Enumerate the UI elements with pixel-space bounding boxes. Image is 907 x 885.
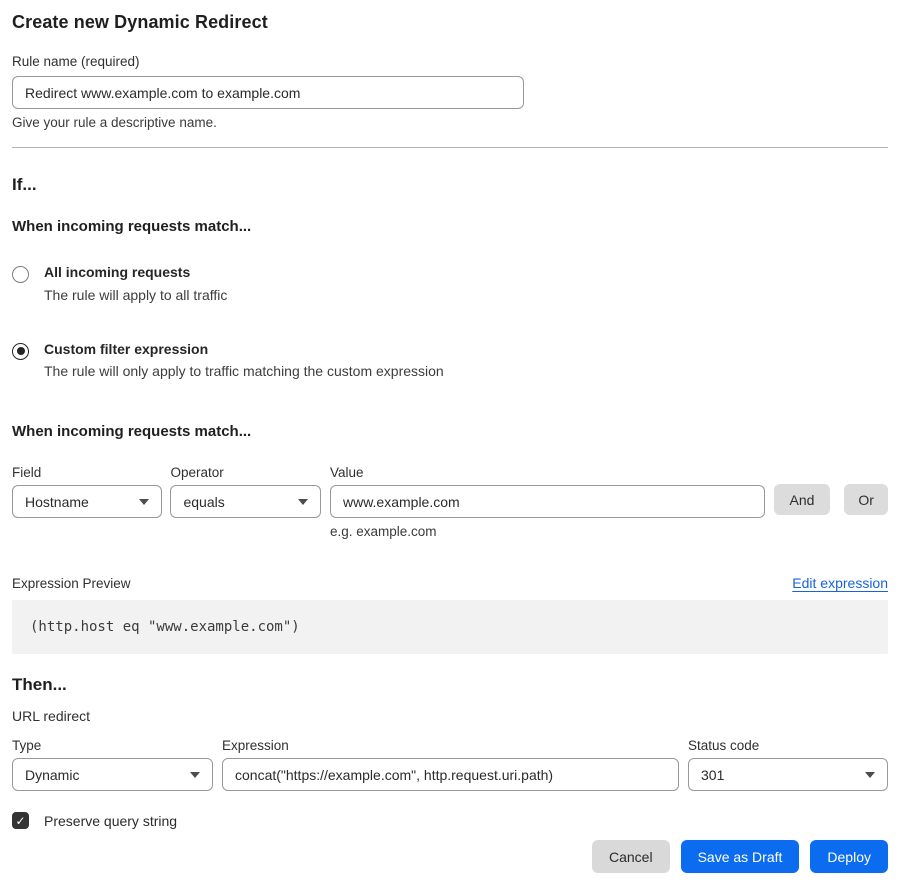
and-button[interactable]: And bbox=[774, 484, 831, 515]
chevron-down-icon bbox=[139, 499, 149, 505]
operator-select[interactable]: equals bbox=[170, 485, 320, 518]
save-as-draft-button[interactable]: Save as Draft bbox=[681, 840, 800, 873]
status-code-label: Status code bbox=[688, 738, 888, 753]
field-select[interactable]: Hostname bbox=[12, 485, 162, 518]
radio-texts: Custom filter expression The rule will o… bbox=[44, 341, 444, 381]
rule-name-label: Rule name (required) bbox=[12, 54, 888, 69]
form-footer: Cancel Save as Draft Deploy bbox=[12, 840, 888, 873]
expression-preview-code: (http.host eq "www.example.com") bbox=[12, 600, 888, 654]
expression-preview-label: Expression Preview bbox=[12, 576, 131, 591]
value-help: e.g. example.com bbox=[330, 524, 765, 539]
radio-option-all-requests[interactable]: All incoming requests The rule will appl… bbox=[12, 264, 888, 304]
preserve-query-checkbox[interactable]: ✓ bbox=[12, 812, 29, 829]
match-heading: When incoming requests match... bbox=[12, 218, 888, 235]
chevron-down-icon bbox=[298, 499, 308, 505]
radio-label: All incoming requests bbox=[44, 264, 227, 281]
create-dynamic-redirect-form: Create new Dynamic Redirect Rule name (r… bbox=[0, 0, 907, 885]
radio-label: Custom filter expression bbox=[44, 341, 444, 358]
redirect-settings-row: Type Dynamic Expression Status code 301 bbox=[12, 738, 888, 791]
type-column: Type Dynamic bbox=[12, 738, 213, 791]
conjunction-buttons: And Or bbox=[774, 484, 888, 515]
radio-button[interactable] bbox=[12, 266, 29, 283]
status-code-column: Status code 301 bbox=[688, 738, 888, 791]
expression-label: Expression bbox=[222, 738, 679, 753]
radio-option-custom-filter[interactable]: Custom filter expression The rule will o… bbox=[12, 341, 888, 381]
rule-name-input[interactable] bbox=[12, 76, 524, 109]
field-select-value: Hostname bbox=[25, 494, 89, 510]
if-heading: If... bbox=[12, 175, 888, 195]
or-button[interactable]: Or bbox=[844, 484, 888, 515]
expression-column: Expression bbox=[222, 738, 679, 791]
preserve-query-row[interactable]: ✓ Preserve query string bbox=[12, 812, 888, 829]
operator-select-value: equals bbox=[183, 494, 224, 510]
field-column: Field Hostname bbox=[12, 465, 162, 518]
filter-builder-row: Field Hostname Operator equals Value e.g… bbox=[12, 465, 888, 539]
value-label: Value bbox=[330, 465, 765, 480]
radio-texts: All incoming requests The rule will appl… bbox=[44, 264, 227, 304]
operator-column: Operator equals bbox=[170, 465, 320, 518]
cancel-button[interactable]: Cancel bbox=[592, 840, 670, 873]
type-select-value: Dynamic bbox=[25, 767, 79, 783]
filter-builder-heading: When incoming requests match... bbox=[12, 423, 888, 440]
then-heading: Then... bbox=[12, 675, 888, 695]
deploy-button[interactable]: Deploy bbox=[810, 840, 888, 873]
rule-name-section: Rule name (required) Give your rule a de… bbox=[12, 54, 888, 130]
radio-description: The rule will only apply to traffic matc… bbox=[44, 363, 444, 380]
rule-name-help: Give your rule a descriptive name. bbox=[12, 115, 888, 130]
operator-label: Operator bbox=[170, 465, 320, 480]
page-title: Create new Dynamic Redirect bbox=[12, 12, 888, 33]
type-select[interactable]: Dynamic bbox=[12, 758, 213, 791]
status-code-select-value: 301 bbox=[701, 767, 724, 783]
url-redirect-label: URL redirect bbox=[12, 708, 888, 724]
radio-description: The rule will apply to all traffic bbox=[44, 287, 227, 304]
field-label: Field bbox=[12, 465, 162, 480]
value-input[interactable] bbox=[330, 485, 765, 518]
chevron-down-icon bbox=[865, 772, 875, 778]
status-code-select[interactable]: 301 bbox=[688, 758, 888, 791]
edit-expression-link[interactable]: Edit expression bbox=[792, 575, 888, 591]
radio-button[interactable] bbox=[12, 343, 29, 360]
preserve-query-label: Preserve query string bbox=[44, 813, 177, 829]
section-divider bbox=[12, 147, 888, 148]
chevron-down-icon bbox=[190, 772, 200, 778]
expression-preview-header: Expression Preview Edit expression bbox=[12, 575, 888, 591]
value-column: Value e.g. example.com bbox=[330, 465, 765, 539]
type-label: Type bbox=[12, 738, 213, 753]
expression-input[interactable] bbox=[222, 758, 679, 791]
